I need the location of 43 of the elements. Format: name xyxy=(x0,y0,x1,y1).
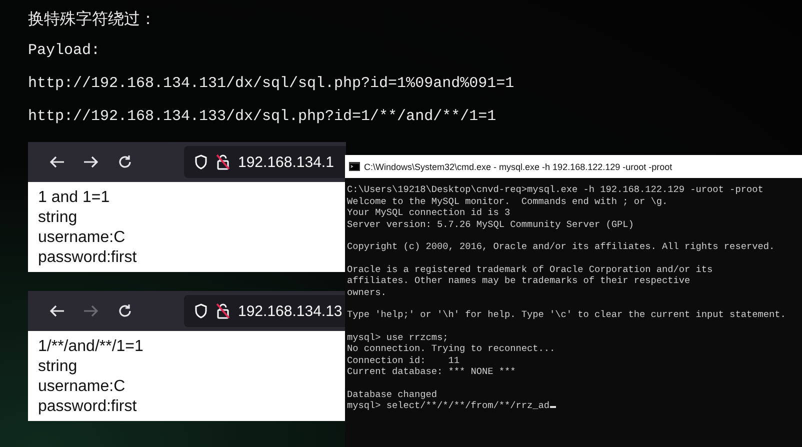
terminal-line: affiliates. Other names may be trademarks of their respective xyxy=(347,275,692,286)
insecure-lock-icon xyxy=(216,154,230,170)
page-text: 1/**/and/**/1=1 xyxy=(38,337,144,357)
terminal-line: No connection. Trying to reconnect... xyxy=(347,343,556,354)
page-text: username:C xyxy=(38,228,126,248)
terminal-line: Server version: 5.7.26 MySQL Community Server (GPL) xyxy=(347,218,635,230)
reload-icon xyxy=(117,303,133,319)
window-title: C:\Windows\System32\cmd.exe - mysql.exe -h 192.168.122.129 -uroot -proot xyxy=(364,162,672,172)
terminal-line: mysql> use rrzcms; xyxy=(347,332,450,343)
terminal-line: Current database: *** NONE *** xyxy=(347,366,517,378)
terminal-line: owners. xyxy=(347,286,388,298)
page-text: username:C xyxy=(38,377,126,397)
address-text: 192.168.134.1 xyxy=(238,154,334,170)
payload-url: http://192.168.134.133/dx/sql.php?id=1/**/and/**/1=1 xyxy=(28,107,498,127)
terminal-line: Your MySQL connection id is 3 xyxy=(347,207,512,218)
page-text: string xyxy=(38,208,78,228)
terminal-line: Database changed xyxy=(347,388,438,400)
insecure-lock-icon xyxy=(216,303,230,319)
payload-url: http://192.168.134.131/dx/sql/sql.php?id=1%09and%091=1 xyxy=(28,74,516,94)
slide-label: Payload: xyxy=(28,41,102,61)
shield-icon xyxy=(194,154,208,170)
terminal-line: Oracle is a registered trademark of Oracle Corporation and/or its xyxy=(347,264,714,275)
terminal-line: C:\Users\19218\Desktop\cnvd-req>mysql.exe -h 192.168.122.129 -uroot -proot xyxy=(347,184,764,196)
forward-arrow-icon xyxy=(82,154,100,170)
page-text: password:first xyxy=(38,248,138,268)
address-bar[interactable]: 192.168.134.1 xyxy=(184,146,346,178)
slide-heading: 换特殊字符绕过： xyxy=(28,8,157,30)
page-text: string xyxy=(38,357,78,377)
address-text: 192.168.134.13 xyxy=(238,302,342,320)
back-arrow-icon xyxy=(48,303,66,319)
shield-icon xyxy=(194,303,208,319)
back-arrow-icon xyxy=(48,154,66,170)
terminal-line: Copyright (c) 2000, 2016, Oracle and/or its affiliates. All rights reserved. xyxy=(347,241,776,252)
page-text: password:first xyxy=(38,397,138,417)
forward-arrow-icon xyxy=(82,303,100,319)
terminal-line: Type 'help;' or '\h' for help. Type '\c' to clear the current input statement. xyxy=(347,309,787,320)
console-icon xyxy=(349,162,360,171)
address-bar[interactable]: 192.168.134.13 xyxy=(184,295,346,327)
reload-icon xyxy=(117,154,133,170)
terminal-line: Connection id: 11 xyxy=(347,354,461,366)
terminal-line: Welcome to the MySQL monitor. Commands end with ; or \g. xyxy=(347,196,669,207)
terminal-line: mysql> select/**/*/**/from/**/rrz_ad xyxy=(347,400,802,412)
page-text: 1 and 1=1 xyxy=(38,188,111,208)
